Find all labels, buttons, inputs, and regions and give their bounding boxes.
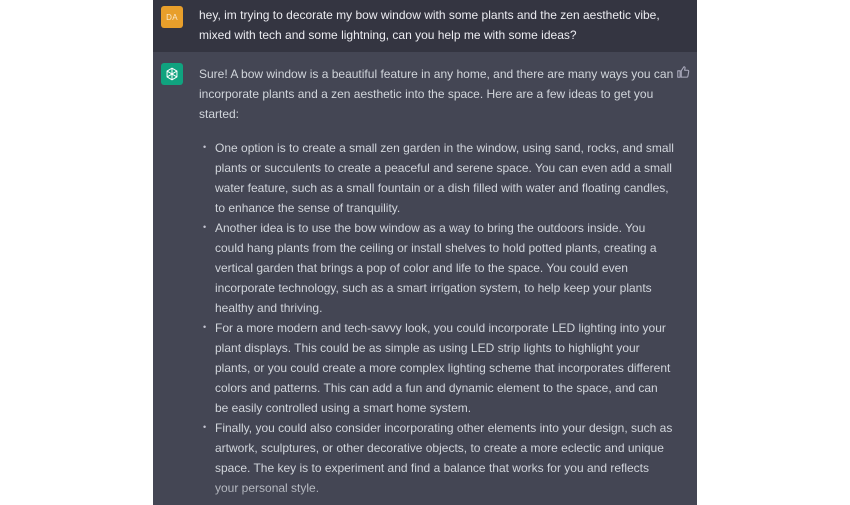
- user-message-text: hey, im trying to decorate my bow window…: [199, 8, 660, 42]
- list-item: Finally, you could also consider incorpo…: [203, 417, 674, 498]
- list-item: For a more modern and tech-savvy look, y…: [203, 317, 674, 418]
- thumbs-up-icon[interactable]: [676, 65, 690, 79]
- assistant-intro: Sure! A bow window is a beautiful featur…: [199, 67, 674, 121]
- user-message: DA hey, im trying to decorate my bow win…: [153, 0, 697, 52]
- list-item: One option is to create a small zen gard…: [203, 137, 674, 218]
- assistant-avatar: [161, 63, 183, 85]
- list-item: Another idea is to use the bow window as…: [203, 217, 674, 318]
- openai-logo-icon: [166, 67, 178, 81]
- chat-thread: DA hey, im trying to decorate my bow win…: [153, 0, 697, 505]
- ideas-list: One option is to create a small zen gard…: [199, 137, 674, 498]
- assistant-message: Sure! A bow window is a beautiful featur…: [153, 52, 697, 505]
- assistant-message-body: Sure! A bow window is a beautiful featur…: [199, 64, 674, 498]
- user-avatar: DA: [161, 6, 183, 28]
